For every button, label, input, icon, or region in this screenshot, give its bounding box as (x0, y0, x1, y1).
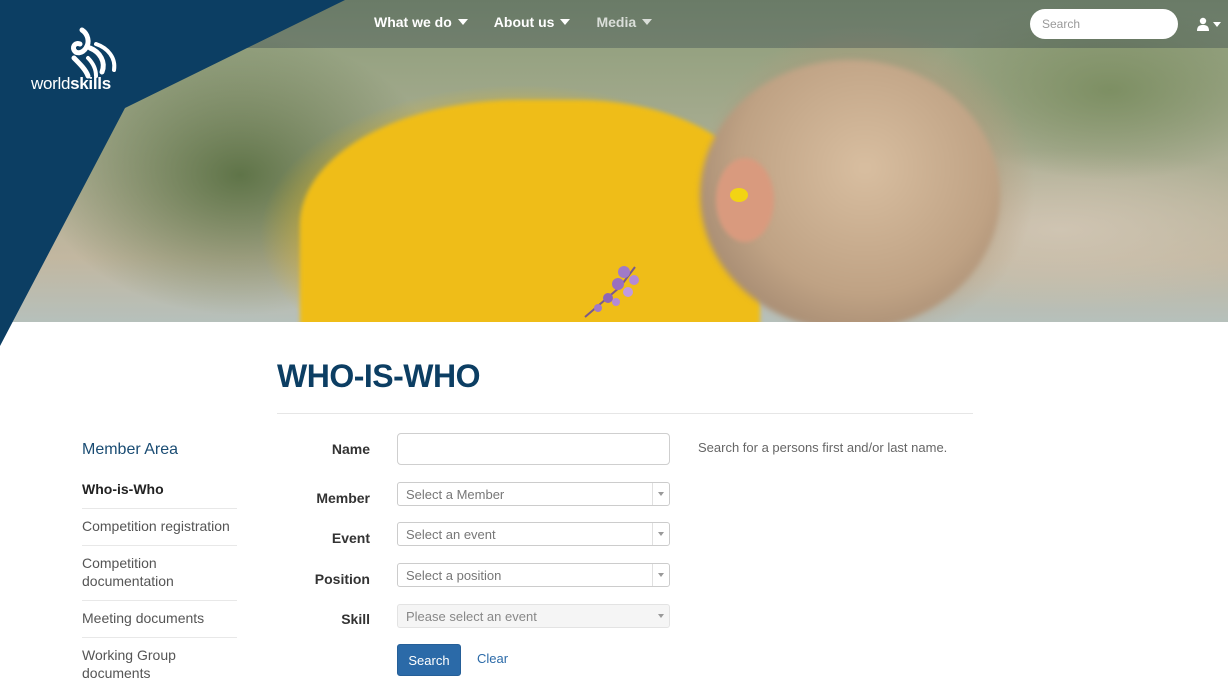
position-select-toggle[interactable] (652, 564, 669, 586)
user-menu[interactable] (1196, 14, 1228, 34)
sidebar-item-competition-registration[interactable]: Competition registration (82, 509, 237, 546)
skill-select-toggle (653, 605, 669, 627)
nav-about-us-label: About us (493, 14, 555, 30)
member-label: Member (316, 490, 370, 506)
logo-wordmark[interactable]: worldskills (31, 74, 111, 94)
member-row: Member Select a Member (300, 482, 670, 506)
name-input[interactable] (397, 433, 670, 465)
skill-select-value: Please select an event (406, 608, 537, 624)
nav-about-us[interactable]: About us (494, 14, 571, 30)
name-label: Name (331, 441, 370, 457)
position-select[interactable]: Select a position (397, 563, 670, 587)
main-nav: What we do About us Media (374, 14, 678, 30)
hero-shirt (300, 100, 760, 322)
position-row: Position Select a position (300, 563, 670, 587)
sidebar-item-who-is-who[interactable]: Who-is-Who (82, 472, 237, 509)
nav-what-we-do-label: What we do (374, 14, 452, 30)
sidebar-heading: Member Area (82, 441, 179, 458)
caret-down-icon (457, 19, 468, 25)
skill-label: Skill (341, 611, 370, 627)
skill-select[interactable]: Please select an event (397, 604, 670, 628)
position-label: Position (314, 571, 370, 587)
title-divider (277, 413, 973, 414)
user-icon (1197, 17, 1209, 31)
caret-down-icon (560, 19, 571, 25)
position-select-value: Select a position (406, 567, 502, 583)
event-row: Event Select an event (300, 522, 670, 546)
search-button[interactable]: Search (397, 644, 461, 676)
nav-media[interactable]: Media (596, 14, 653, 30)
caret-down-icon (1213, 21, 1221, 27)
name-help-text: Search for a persons first and/or last n… (698, 440, 948, 455)
event-select[interactable]: Select an event (397, 522, 670, 546)
caret-down-icon (642, 19, 653, 25)
event-select-toggle[interactable] (652, 523, 669, 545)
member-select[interactable]: Select a Member (397, 482, 670, 506)
clear-link[interactable]: Clear (477, 651, 508, 666)
name-row: Name (300, 433, 670, 465)
event-label: Event (331, 530, 370, 546)
hero-earplug (730, 188, 748, 202)
site-search-input[interactable] (1030, 9, 1178, 39)
chevron-down-icon (658, 614, 664, 618)
sidebar-menu: Who-is-Who Competition registration Comp… (82, 472, 237, 692)
chevron-down-icon (658, 492, 664, 496)
event-select-value: Select an event (406, 526, 496, 542)
hero-flower (584, 266, 639, 318)
nav-what-we-do[interactable]: What we do (374, 14, 468, 30)
skill-row: Skill Please select an event (300, 604, 670, 628)
sidebar-item-meeting-documents[interactable]: Meeting documents (82, 601, 237, 638)
nav-media-label: Media (596, 14, 637, 30)
chevron-down-icon (658, 573, 664, 577)
chevron-down-icon (658, 532, 664, 536)
page-title: WHO-IS-WHO (277, 358, 480, 394)
member-select-value: Select a Member (406, 486, 505, 502)
sidebar-item-competition-documentation[interactable]: Competition documentation (82, 546, 237, 601)
member-select-toggle[interactable] (652, 483, 669, 505)
